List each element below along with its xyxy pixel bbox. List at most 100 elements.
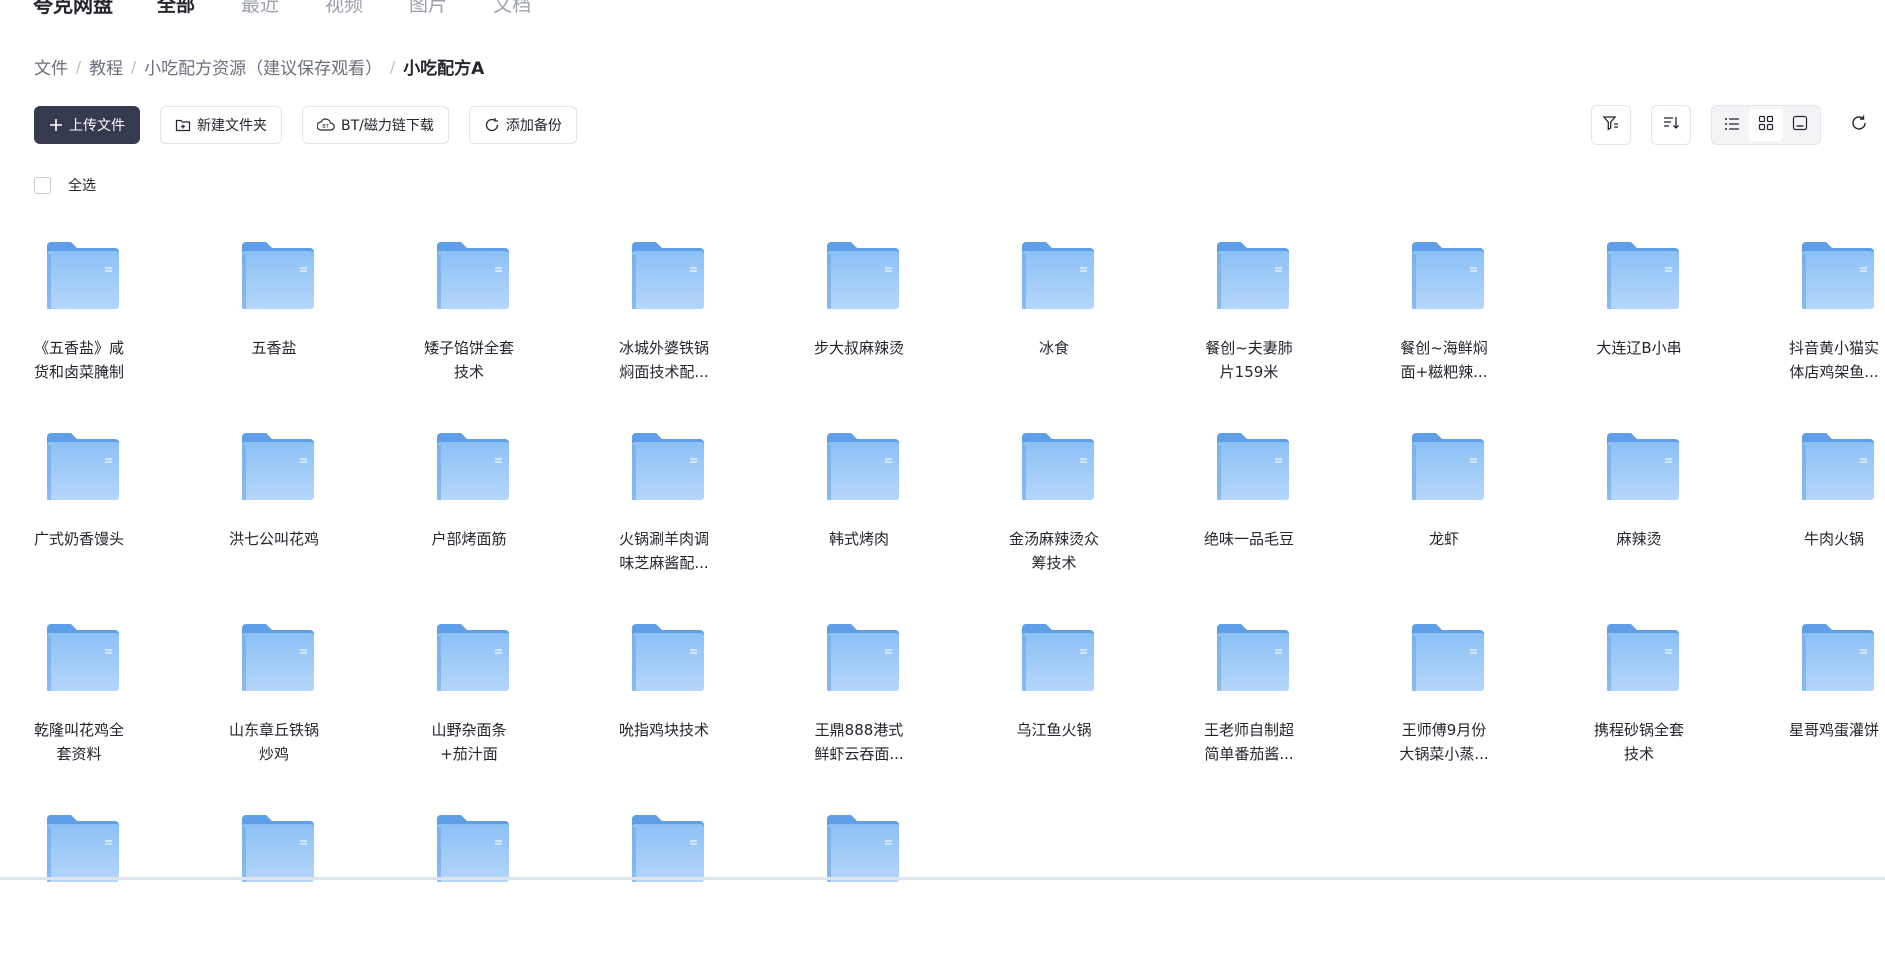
folder-item[interactable]: 五香盐 bbox=[199, 228, 349, 398]
folder-item[interactable]: 冰食 bbox=[979, 228, 1129, 398]
folder-item[interactable]: 餐创~海鲜焖 面+糍粑辣... bbox=[1369, 228, 1519, 398]
folder-item[interactable]: 矮子馅饼全套 技术 bbox=[394, 228, 544, 398]
folder-item[interactable]: 牛肉火锅 bbox=[1759, 419, 1885, 589]
folder-name: 步大叔麻辣烫 bbox=[784, 336, 934, 360]
select-all[interactable]: 全选 bbox=[34, 175, 96, 195]
refresh-icon bbox=[1850, 114, 1868, 136]
folder-item[interactable]: 乾隆叫花鸡全 套资料 bbox=[4, 610, 154, 780]
folder-name-line: 山东章丘铁锅 bbox=[228, 721, 319, 739]
folder-item[interactable]: 抖音黄小猫实 体店鸡架鱼... bbox=[1759, 228, 1885, 398]
folder-name-line: 王师傅9月份 bbox=[1401, 721, 1487, 739]
breadcrumb-current: 小吃配方A bbox=[403, 59, 485, 79]
folder-item[interactable]: 大连辽B小串 bbox=[1564, 228, 1714, 398]
folder-name: 山东章丘铁锅 炒鸡 bbox=[199, 718, 349, 766]
folder-item[interactable]: 广式奶香馒头 bbox=[4, 419, 154, 589]
folder-name-line: 简单番茄酱... bbox=[1204, 745, 1294, 763]
folder-icon bbox=[827, 433, 899, 501]
folder-icon bbox=[242, 815, 314, 883]
folder-item[interactable] bbox=[784, 801, 934, 971]
folder-name: 冰城外婆铁锅 焖面技术配... bbox=[589, 336, 739, 384]
folder-name: 广式奶香馒头 bbox=[4, 527, 154, 551]
folder-name-line: 餐创~海鲜焖 bbox=[1400, 339, 1488, 357]
folder-item[interactable]: 星哥鸡蛋灌饼 bbox=[1759, 610, 1885, 780]
folder-name-line: 大锅菜小蒸... bbox=[1399, 745, 1489, 763]
tab-recent[interactable]: 最近 bbox=[241, 0, 279, 17]
folder-name-line: 大连辽B小串 bbox=[1596, 339, 1682, 357]
folder-item[interactable] bbox=[394, 801, 544, 971]
grid-view-button[interactable] bbox=[1749, 109, 1783, 141]
folder-name-line: 货和卤菜腌制 bbox=[33, 363, 124, 381]
breadcrumb-separator: / bbox=[390, 57, 396, 76]
folder-item[interactable]: 山野杂面条 +茄汁面 bbox=[394, 610, 544, 780]
filter-button[interactable] bbox=[1591, 105, 1631, 145]
select-all-label: 全选 bbox=[68, 178, 96, 194]
folder-icon bbox=[1022, 624, 1094, 692]
breadcrumb-tutorial[interactable]: 教程 bbox=[89, 54, 123, 79]
plus-icon bbox=[49, 118, 63, 132]
folder-icon bbox=[632, 242, 704, 310]
brand-logo: 夸克网盘 bbox=[33, 0, 113, 17]
folder-name-line: 步大叔麻辣烫 bbox=[813, 339, 904, 357]
refresh-button[interactable] bbox=[1839, 105, 1879, 145]
folder-item[interactable]: 王老师自制超 简单番茄酱... bbox=[1174, 610, 1324, 780]
folder-name-line: 吮指鸡块技术 bbox=[618, 721, 709, 739]
select-all-checkbox[interactable] bbox=[34, 176, 51, 194]
folder-icon bbox=[632, 624, 704, 692]
tab-images[interactable]: 图片 bbox=[409, 0, 447, 17]
filter-icon bbox=[1602, 114, 1620, 136]
folder-item[interactable]: 金汤麻辣烫众 筹技术 bbox=[979, 419, 1129, 589]
folder-icon bbox=[47, 815, 119, 883]
preview-view-button[interactable] bbox=[1783, 109, 1817, 141]
folder-icon bbox=[1022, 433, 1094, 501]
folder-icon bbox=[437, 815, 509, 883]
folder-item[interactable]: 《五香盐》咸 货和卤菜腌制 bbox=[4, 228, 154, 398]
breadcrumb-separator: / bbox=[131, 57, 137, 76]
folder-name-line: 龙虾 bbox=[1428, 530, 1459, 548]
folder-item[interactable]: 火锅涮羊肉调 味芝麻酱配... bbox=[589, 419, 739, 589]
add-backup-label: 添加备份 bbox=[505, 118, 562, 134]
breadcrumb-snack-resources[interactable]: 小吃配方资源（建议保存观看） bbox=[144, 54, 382, 79]
folder-icon bbox=[47, 242, 119, 310]
sort-button[interactable] bbox=[1651, 105, 1691, 145]
folder-name: 矮子馅饼全套 技术 bbox=[394, 336, 544, 384]
folder-name: 五香盐 bbox=[199, 336, 349, 360]
new-folder-button[interactable]: 新建文件夹 bbox=[160, 106, 282, 144]
folder-item[interactable]: 步大叔麻辣烫 bbox=[784, 228, 934, 398]
add-backup-button[interactable]: 添加备份 bbox=[468, 106, 577, 144]
folder-item[interactable]: 冰城外婆铁锅 焖面技术配... bbox=[589, 228, 739, 398]
list-view-button[interactable] bbox=[1715, 109, 1749, 141]
folder-icon bbox=[437, 433, 509, 501]
upload-button[interactable]: 上传文件 bbox=[34, 106, 140, 144]
folder-item[interactable]: 吮指鸡块技术 bbox=[589, 610, 739, 780]
folder-item[interactable]: 户部烤面筋 bbox=[394, 419, 544, 589]
folder-item[interactable]: 韩式烤肉 bbox=[784, 419, 934, 589]
view-tools bbox=[1591, 105, 1885, 145]
folder-item[interactable] bbox=[589, 801, 739, 971]
folder-item[interactable]: 龙虾 bbox=[1369, 419, 1519, 589]
folder-item[interactable]: 餐创~夫妻肺 片159米 bbox=[1174, 228, 1324, 398]
folder-item[interactable]: 绝味一品毛豆 bbox=[1174, 419, 1324, 589]
tab-docs[interactable]: 文档 bbox=[493, 0, 531, 17]
folder-item[interactable]: 乌江鱼火锅 bbox=[979, 610, 1129, 780]
folder-name-line: 山野杂面条 bbox=[431, 721, 507, 739]
folder-name-line: 洪七公叫花鸡 bbox=[228, 530, 319, 548]
folder-icon bbox=[1217, 624, 1289, 692]
folder-name: 王老师自制超 简单番茄酱... bbox=[1174, 718, 1324, 766]
folder-item[interactable]: 麻辣烫 bbox=[1564, 419, 1714, 589]
folder-item[interactable]: 王师傅9月份 大锅菜小蒸... bbox=[1369, 610, 1519, 780]
breadcrumb-files[interactable]: 文件 bbox=[34, 54, 68, 79]
folder-name-line: 金汤麻辣烫众 bbox=[1008, 530, 1099, 548]
folder-item[interactable]: 山东章丘铁锅 炒鸡 bbox=[199, 610, 349, 780]
folder-item[interactable]: 携程砂锅全套 技术 bbox=[1564, 610, 1714, 780]
folder-item[interactable] bbox=[199, 801, 349, 971]
tab-all[interactable]: 全部 bbox=[157, 0, 195, 17]
folder-name-line: 餐创~夫妻肺 bbox=[1205, 339, 1293, 357]
folder-item[interactable]: 洪七公叫花鸡 bbox=[199, 419, 349, 589]
tab-video[interactable]: 视频 bbox=[325, 0, 363, 17]
folder-name-line: 广式奶香馒头 bbox=[33, 530, 124, 548]
folder-item[interactable]: 王鼎888港式 鲜虾云吞面... bbox=[784, 610, 934, 780]
folder-icon bbox=[827, 815, 899, 883]
folder-name: 洪七公叫花鸡 bbox=[199, 527, 349, 551]
bt-download-button[interactable]: BT BT/磁力链下载 bbox=[302, 106, 449, 144]
folder-item[interactable] bbox=[4, 801, 154, 971]
